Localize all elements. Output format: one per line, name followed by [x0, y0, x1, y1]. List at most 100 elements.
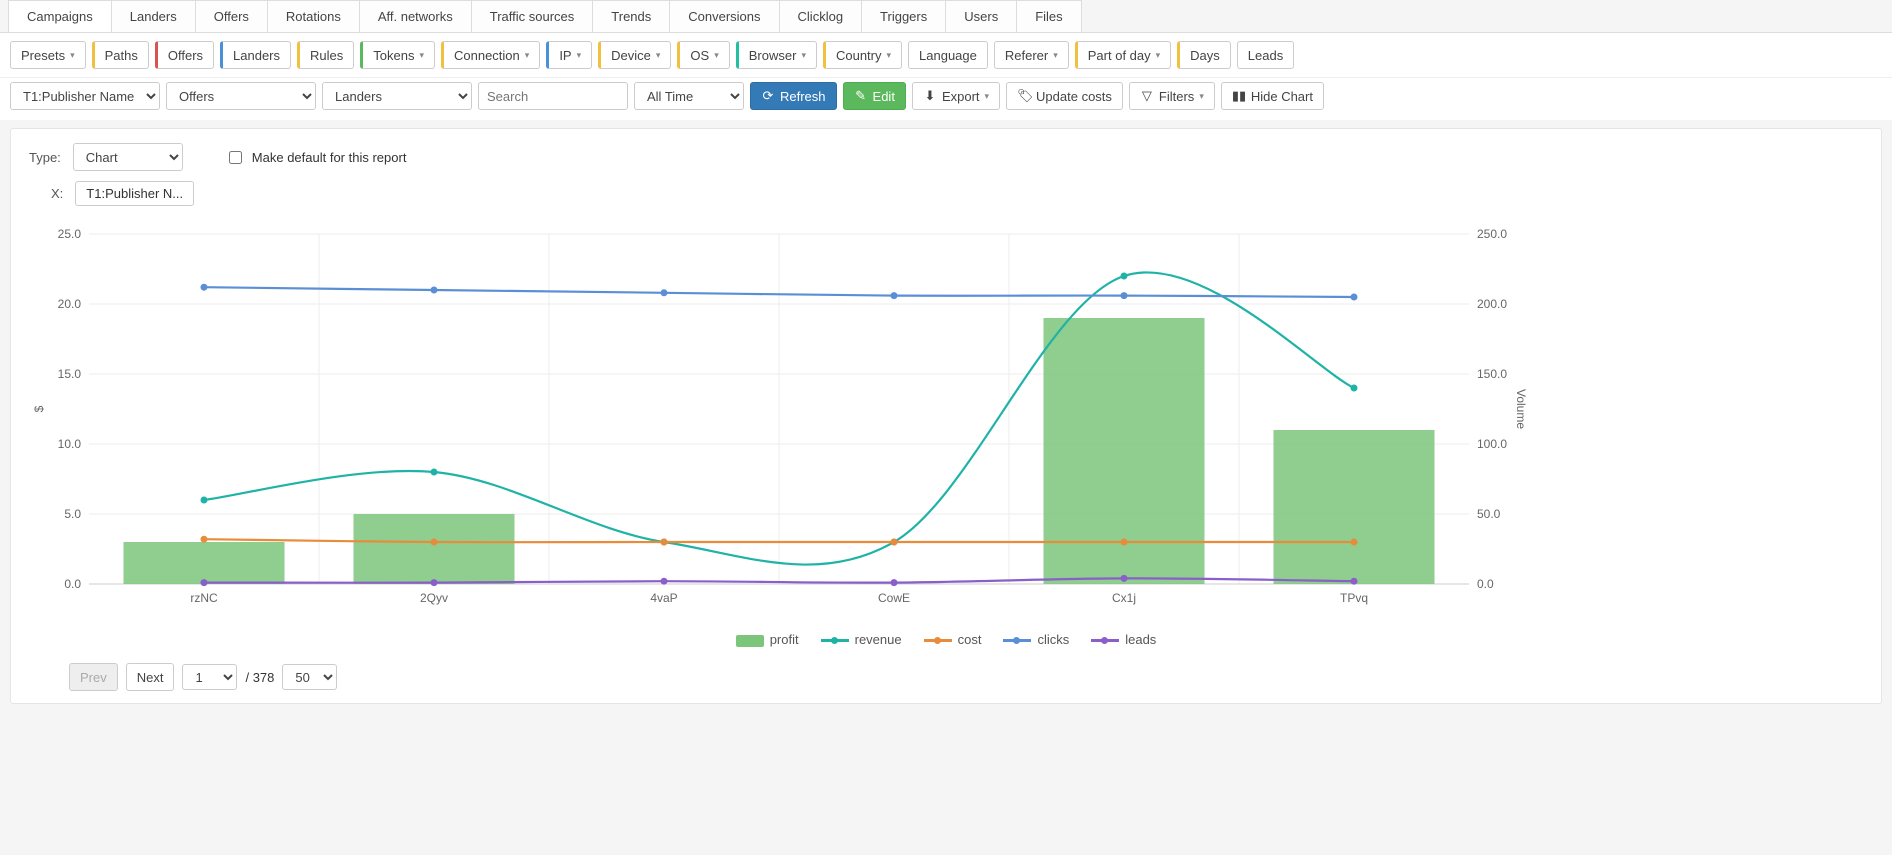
page-size-select[interactable]: 50 [282, 664, 337, 690]
dimension-toolbar: Presets▾ Paths Offers Landers Rules Toke… [0, 33, 1892, 78]
tokens-button[interactable]: Tokens▾ [360, 41, 435, 69]
page-select[interactable]: 1 [182, 664, 237, 690]
legend-item-leads[interactable]: leads [1091, 632, 1156, 647]
legend-item-profit[interactable]: profit [736, 632, 799, 647]
edit-button[interactable]: ✎Edit [843, 82, 906, 110]
svg-text:5.0: 5.0 [64, 507, 81, 521]
legend-item-revenue[interactable]: revenue [821, 632, 902, 647]
tab-aff-networks[interactable]: Aff. networks [359, 0, 472, 32]
legend-swatch [924, 639, 952, 642]
legend-label: revenue [855, 632, 902, 647]
x-chip[interactable]: T1:Publisher N... [75, 181, 194, 206]
chevron-down-icon: ▾ [985, 91, 990, 102]
svg-text:0.0: 0.0 [1477, 577, 1494, 591]
legend-item-clicks[interactable]: clicks [1003, 632, 1069, 647]
tab-offers[interactable]: Offers [195, 0, 268, 32]
refresh-button[interactable]: ⟳Refresh [750, 82, 837, 110]
svg-text:CowE: CowE [878, 591, 910, 605]
svg-text:TPvq: TPvq [1340, 591, 1368, 605]
part-of-day-button[interactable]: Part of day▾ [1075, 41, 1171, 69]
tab-campaigns[interactable]: Campaigns [8, 0, 112, 32]
leads-button[interactable]: Leads [1237, 41, 1294, 69]
pager: Prev Next 1 / 378 50 [29, 663, 1863, 691]
svg-text:25.0: 25.0 [58, 227, 82, 241]
tab-trends[interactable]: Trends [592, 0, 670, 32]
legend-swatch [821, 639, 849, 642]
svg-text:Cx1j: Cx1j [1112, 591, 1136, 605]
chevron-down-icon: ▾ [525, 50, 530, 61]
default-checkbox-input[interactable] [229, 151, 242, 164]
default-checkbox[interactable]: Make default for this report [225, 148, 407, 167]
tab-conversions[interactable]: Conversions [669, 0, 779, 32]
svg-text:4vaP: 4vaP [650, 591, 677, 605]
chevron-down-icon: ▾ [70, 50, 75, 61]
main-tabs: CampaignsLandersOffersRotationsAff. netw… [0, 0, 1892, 33]
chevron-down-icon: ▾ [801, 50, 806, 61]
funnel-icon: ▽ [1140, 88, 1154, 104]
svg-text:rzNC: rzNC [190, 591, 218, 605]
legend-label: cost [958, 632, 982, 647]
browser-button[interactable]: Browser▾ [736, 41, 817, 69]
page-total: / 378 [245, 670, 274, 685]
ip-button[interactable]: IP▾ [546, 41, 592, 69]
chevron-down-icon: ▾ [887, 50, 892, 61]
hide-chart-button[interactable]: ▮▮Hide Chart [1221, 82, 1324, 110]
svg-text:20.0: 20.0 [58, 297, 82, 311]
type-label: Type: [29, 150, 61, 165]
chevron-down-icon: ▾ [1199, 91, 1204, 102]
svg-text:15.0: 15.0 [58, 367, 82, 381]
connection-button[interactable]: Connection▾ [441, 41, 540, 69]
tab-rotations[interactable]: Rotations [267, 0, 360, 32]
filters-button[interactable]: ▽Filters▾ [1129, 82, 1215, 110]
timerange-select[interactable]: All Time [634, 82, 744, 110]
language-button[interactable]: Language [908, 41, 988, 69]
tab-triggers[interactable]: Triggers [861, 0, 946, 32]
svg-text:$: $ [32, 405, 46, 412]
search-input[interactable] [478, 82, 628, 110]
tab-users[interactable]: Users [945, 0, 1017, 32]
rules-button[interactable]: Rules [297, 41, 354, 69]
type-select[interactable]: Chart [73, 143, 183, 171]
chevron-down-icon: ▾ [419, 50, 424, 61]
legend-item-cost[interactable]: cost [924, 632, 982, 647]
device-button[interactable]: Device▾ [598, 41, 671, 69]
legend-swatch [1003, 639, 1031, 642]
svg-text:50.0: 50.0 [1477, 507, 1501, 521]
next-button[interactable]: Next [126, 663, 175, 691]
offers-button[interactable]: Offers [155, 41, 214, 69]
default-checkbox-label: Make default for this report [252, 150, 407, 165]
tab-clicklog[interactable]: Clicklog [779, 0, 863, 32]
svg-text:250.0: 250.0 [1477, 227, 1507, 241]
svg-text:100.0: 100.0 [1477, 437, 1507, 451]
export-button[interactable]: ⬇Export▾ [912, 82, 1000, 110]
dim3-select[interactable]: Landers [322, 82, 472, 110]
paths-button[interactable]: Paths [92, 41, 149, 69]
chart: 0.05.010.015.020.025.00.050.0100.0150.02… [29, 224, 1863, 647]
chevron-down-icon: ▾ [1053, 50, 1058, 61]
filter-row: T1:Publisher Name Offers Landers All Tim… [0, 78, 1892, 120]
chevron-down-icon: ▾ [656, 50, 661, 61]
tab-landers[interactable]: Landers [111, 0, 196, 32]
legend-label: profit [770, 632, 799, 647]
landers-button[interactable]: Landers [220, 41, 291, 69]
chevron-down-icon: ▾ [577, 50, 582, 61]
pencil-icon: ✎ [854, 88, 868, 104]
dim1-select[interactable]: T1:Publisher Name [10, 82, 160, 110]
update-costs-button[interactable]: 🏷Update costs [1006, 82, 1123, 110]
chevron-down-icon: ▾ [714, 50, 719, 61]
days-button[interactable]: Days [1177, 41, 1231, 69]
referer-button[interactable]: Referer▾ [994, 41, 1069, 69]
tab-traffic-sources[interactable]: Traffic sources [471, 0, 594, 32]
svg-text:2Qyv: 2Qyv [420, 591, 448, 605]
bar-chart-icon: ▮▮ [1232, 88, 1246, 104]
presets-button[interactable]: Presets▾ [10, 41, 86, 69]
dim2-select[interactable]: Offers [166, 82, 316, 110]
tab-files[interactable]: Files [1016, 0, 1081, 32]
country-button[interactable]: Country▾ [823, 41, 902, 69]
report-panel: Type: Chart Make default for this report… [10, 128, 1882, 704]
refresh-icon: ⟳ [761, 88, 775, 104]
svg-text:200.0: 200.0 [1477, 297, 1507, 311]
legend-swatch [1091, 639, 1119, 642]
os-button[interactable]: OS▾ [677, 41, 729, 69]
svg-text:Volume: Volume [1514, 389, 1528, 429]
